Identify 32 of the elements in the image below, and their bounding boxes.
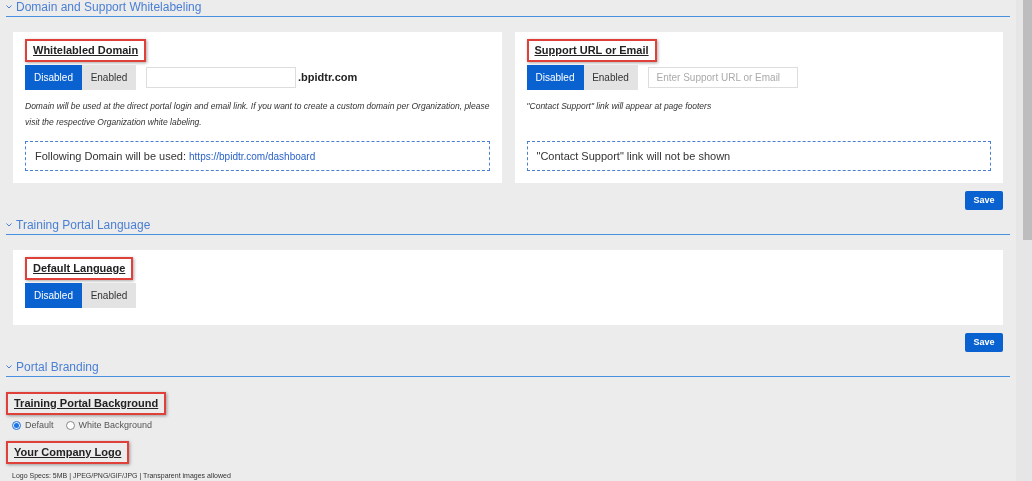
- save-button[interactable]: Save: [965, 191, 1003, 210]
- annotated-heading: Your Company Logo: [6, 441, 130, 464]
- section-title[interactable]: Domain and Support Whitelabeling: [16, 0, 202, 14]
- scrollbar-thumb[interactable]: [1022, 0, 1032, 240]
- section-title[interactable]: Portal Branding: [16, 360, 99, 374]
- info-text: "Contact Support" link will not be shown: [536, 148, 731, 164]
- help-text: "Contact Support" link will appear at page footers: [526, 99, 713, 113]
- radio-option[interactable]: White Background: [65, 418, 153, 432]
- domain-link[interactable]: https://bpidtr.com/dashboard: [189, 148, 316, 164]
- radio-option[interactable]: Default: [12, 418, 54, 432]
- text-field[interactable]: [146, 66, 296, 88]
- toggle-option[interactable]: Enabled: [583, 64, 638, 90]
- section-title[interactable]: Training Portal Language: [16, 218, 151, 232]
- toggle-option[interactable]: Disabled: [25, 282, 82, 308]
- toggle-option[interactable]: Disabled: [25, 64, 82, 90]
- chevron-down-icon[interactable]: [6, 223, 12, 227]
- scrollbar[interactable]: [1016, 0, 1032, 481]
- text-field[interactable]: Enter Support URL or Email: [647, 66, 798, 88]
- annotated-heading: Whitelabled Domain: [25, 39, 147, 62]
- radio-button[interactable]: [65, 420, 75, 430]
- help-text: Domain will be used at the direct portal login and email link. If you want to create a custom domain per Organization, please visit the respective Organization white labeling.: [25, 99, 490, 129]
- chevron-down-icon[interactable]: [6, 365, 12, 369]
- chevron-down-icon[interactable]: [6, 5, 12, 9]
- domain-suffix: .bpidtr.com: [298, 69, 358, 85]
- toggle-option[interactable]: Enabled: [82, 282, 136, 308]
- save-button[interactable]: Save: [965, 333, 1003, 352]
- annotated-heading: Support URL or Email: [526, 39, 657, 62]
- annotated-heading: Default Language: [25, 257, 134, 280]
- toggle-option[interactable]: Disabled: [526, 64, 584, 90]
- annotated-heading: Training Portal Background: [6, 392, 167, 415]
- info-text: Following Domain will be used:: [35, 148, 186, 164]
- toggle-option[interactable]: Enabled: [82, 64, 136, 90]
